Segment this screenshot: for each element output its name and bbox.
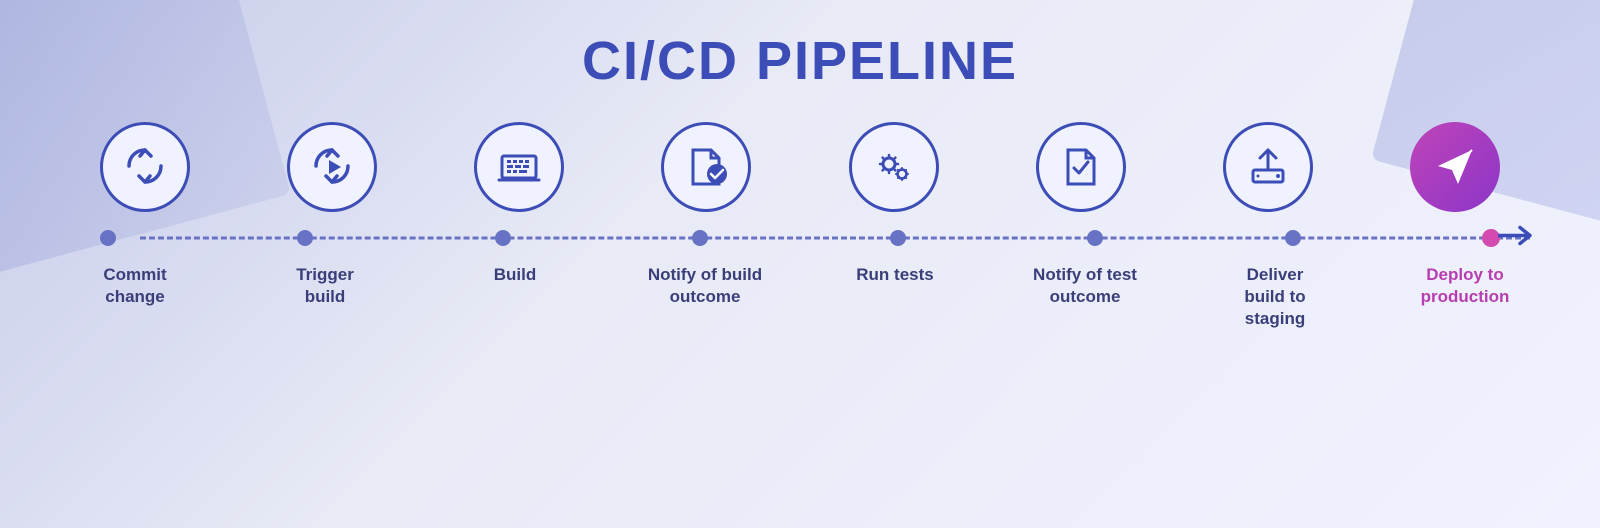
timeline-dots	[100, 229, 1500, 247]
trigger-build-icon	[307, 142, 357, 192]
label-build: Build	[435, 264, 595, 286]
icon-circle-deliver	[1223, 122, 1313, 212]
deploy-production-icon	[1430, 142, 1480, 192]
step-commit-change	[100, 122, 190, 212]
step-build	[474, 122, 564, 212]
pipeline-area: Commitchange Triggerbuild Build Notify o…	[40, 122, 1560, 330]
dot-deliver	[1285, 230, 1301, 246]
dot-notify-test	[1087, 230, 1103, 246]
dot-run-tests	[890, 230, 906, 246]
label-deliver-build-staging: Deliverbuild tostaging	[1195, 264, 1355, 330]
label-run-tests: Run tests	[815, 264, 975, 286]
step-deploy-production	[1410, 122, 1500, 212]
icon-circle-build	[474, 122, 564, 212]
main-container: CI/CD PIPELINE	[0, 0, 1600, 528]
notify-build-icon	[681, 142, 731, 192]
timeline-arrow	[1498, 224, 1538, 253]
run-tests-icon	[869, 142, 919, 192]
label-deploy-production: Deploy toproduction	[1385, 264, 1545, 308]
icon-circle-run-tests	[849, 122, 939, 212]
label-notify-test-outcome: Notify of testoutcome	[1005, 264, 1165, 308]
label-commit-change: Commitchange	[55, 264, 215, 308]
labels-row: Commitchange Triggerbuild Build Notify o…	[40, 264, 1560, 330]
page-title: CI/CD PIPELINE	[582, 30, 1018, 92]
dot-notify-build	[692, 230, 708, 246]
step-deliver-staging	[1223, 122, 1313, 212]
label-trigger-build: Triggerbuild	[245, 264, 405, 308]
dot-commit	[100, 230, 116, 246]
icon-circle-trigger	[287, 122, 377, 212]
icons-row	[40, 122, 1560, 212]
dot-trigger	[297, 230, 313, 246]
build-icon	[494, 142, 544, 192]
step-notify-build	[661, 122, 751, 212]
commit-change-icon	[120, 142, 170, 192]
icon-circle-notify-test	[1036, 122, 1126, 212]
icon-circle-notify-build	[661, 122, 751, 212]
deliver-staging-icon	[1243, 142, 1293, 192]
notify-test-icon	[1056, 142, 1106, 192]
icon-circle-deploy	[1410, 122, 1500, 212]
dot-build	[495, 230, 511, 246]
step-trigger-build	[287, 122, 377, 212]
step-notify-test	[1036, 122, 1126, 212]
label-notify-build-outcome: Notify of buildoutcome	[625, 264, 785, 308]
timeline-row	[40, 220, 1560, 256]
step-run-tests	[849, 122, 939, 212]
icon-circle-commit	[100, 122, 190, 212]
